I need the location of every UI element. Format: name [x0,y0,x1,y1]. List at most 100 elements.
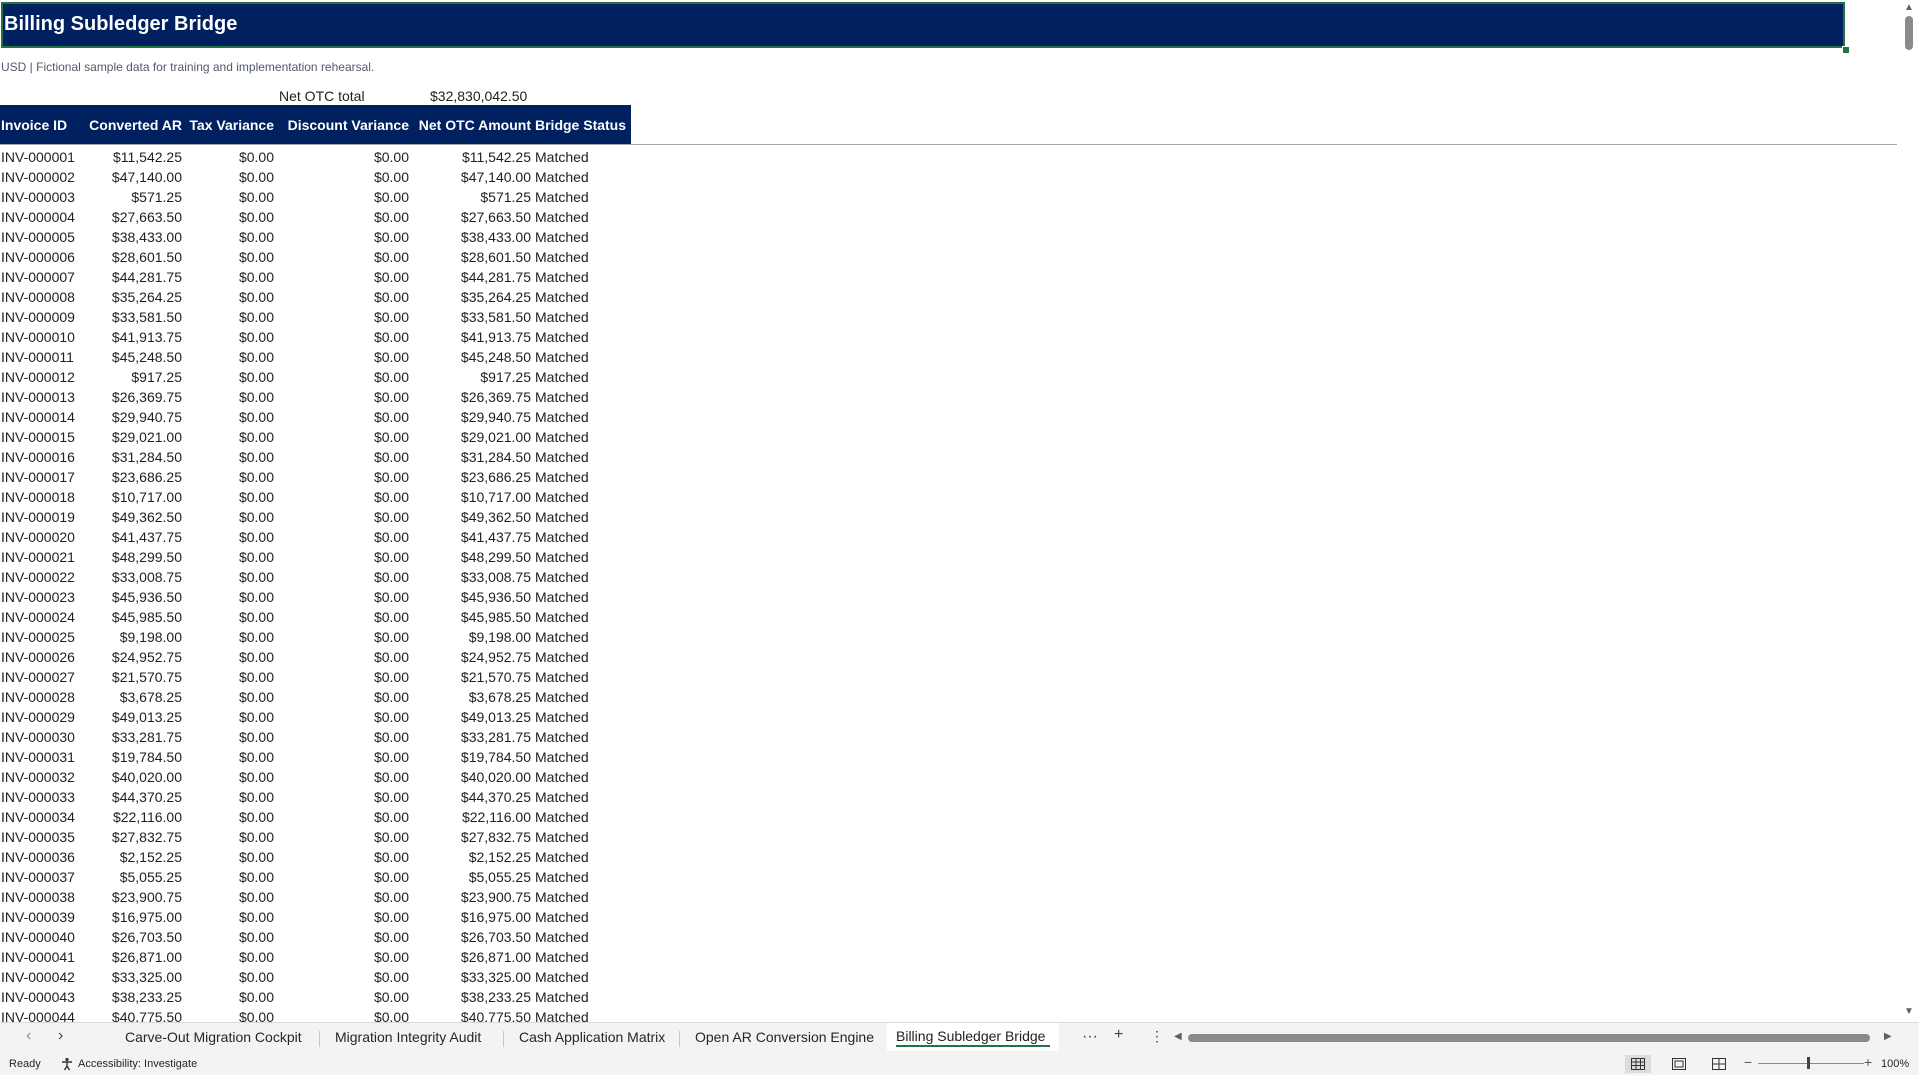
table-cell[interactable]: $0.00 [182,649,274,665]
table-cell[interactable]: Matched [531,489,631,505]
table-cell[interactable]: $23,900.75 [84,889,182,905]
table-cell[interactable]: $45,936.50 [409,589,531,605]
table-cell[interactable]: $26,871.00 [409,949,531,965]
zoom-slider[interactable] [1758,1063,1864,1064]
table-cell[interactable]: INV-000008 [0,289,84,305]
table-cell[interactable]: $571.25 [409,189,531,205]
table-cell[interactable]: $0.00 [274,149,409,165]
table-cell[interactable]: INV-000042 [0,969,84,985]
table-cell[interactable]: $0.00 [274,349,409,365]
table-cell[interactable]: Matched [531,389,631,405]
table-cell[interactable]: $0.00 [182,329,274,345]
table-cell[interactable]: $22,116.00 [409,809,531,825]
table-cell[interactable]: Matched [531,809,631,825]
table-cell[interactable]: INV-000012 [0,369,84,385]
fill-handle[interactable] [1842,46,1850,54]
table-cell[interactable]: $33,281.75 [84,729,182,745]
table-cell[interactable]: Matched [531,509,631,525]
table-cell[interactable]: $26,703.50 [84,929,182,945]
worksheet-grid[interactable]: Billing Subledger Bridge USD | Fictional… [0,0,1900,1022]
table-cell[interactable]: Matched [531,249,631,265]
table-cell[interactable]: Matched [531,909,631,925]
table-cell[interactable]: $0.00 [274,369,409,385]
table-cell[interactable]: $48,299.50 [84,549,182,565]
table-cell[interactable]: $35,264.25 [409,289,531,305]
table-cell[interactable]: Matched [531,589,631,605]
table-cell[interactable]: $27,832.75 [84,829,182,845]
table-cell[interactable]: INV-000009 [0,309,84,325]
table-cell[interactable]: INV-000029 [0,709,84,725]
table-cell[interactable]: $33,008.75 [409,569,531,585]
tab-next-icon[interactable]: › [58,1027,63,1045]
table-cell[interactable]: INV-000001 [0,149,84,165]
table-cell[interactable]: $44,281.75 [409,269,531,285]
table-cell[interactable]: INV-000013 [0,389,84,405]
table-cell[interactable]: $0.00 [274,389,409,405]
table-cell[interactable]: $0.00 [274,609,409,625]
table-cell[interactable]: Matched [531,789,631,805]
table-cell[interactable]: Matched [531,629,631,645]
table-cell[interactable]: $0.00 [274,589,409,605]
table-cell[interactable]: $40,775.50 [409,1009,531,1022]
table-cell[interactable]: INV-000039 [0,909,84,925]
table-cell[interactable]: $31,284.50 [409,449,531,465]
table-cell[interactable]: Matched [531,749,631,765]
table-cell[interactable]: Matched [531,969,631,985]
table-cell[interactable]: INV-000006 [0,249,84,265]
table-cell[interactable]: $0.00 [182,309,274,325]
table-cell[interactable]: Matched [531,329,631,345]
table-cell[interactable]: $0.00 [182,1009,274,1022]
table-cell[interactable]: $21,570.75 [84,669,182,685]
table-cell[interactable]: $0.00 [182,949,274,965]
table-cell[interactable]: $16,975.00 [409,909,531,925]
table-cell[interactable]: $0.00 [274,869,409,885]
table-cell[interactable]: $0.00 [274,489,409,505]
table-cell[interactable]: $24,952.75 [84,649,182,665]
table-cell[interactable]: $33,581.50 [84,309,182,325]
tab-cash-application-matrix[interactable]: Cash Application Matrix [519,1029,665,1045]
table-cell[interactable]: $40,775.50 [84,1009,182,1022]
table-cell[interactable]: $3,678.25 [409,689,531,705]
tab-prev-icon[interactable]: ‹ [26,1027,31,1045]
table-cell[interactable]: $45,936.50 [84,589,182,605]
zoom-level[interactable]: 100% [1881,1058,1909,1070]
table-cell[interactable]: Matched [531,849,631,865]
add-sheet-button[interactable]: + [1114,1026,1123,1044]
table-cell[interactable]: $0.00 [274,529,409,545]
table-cell[interactable]: $29,021.00 [84,429,182,445]
table-cell[interactable]: INV-000017 [0,469,84,485]
table-cell[interactable]: Matched [531,229,631,245]
table-cell[interactable]: INV-000028 [0,689,84,705]
table-cell[interactable]: $27,832.75 [409,829,531,845]
table-cell[interactable]: $49,362.50 [84,509,182,525]
table-cell[interactable]: Matched [531,269,631,285]
table-cell[interactable]: $0.00 [182,369,274,385]
table-cell[interactable]: $0.00 [274,549,409,565]
table-cell[interactable]: $0.00 [182,729,274,745]
table-cell[interactable]: $0.00 [182,969,274,985]
table-cell[interactable]: $29,940.75 [84,409,182,425]
table-cell[interactable]: $0.00 [182,889,274,905]
table-cell[interactable]: $0.00 [182,389,274,405]
table-cell[interactable]: Matched [531,689,631,705]
table-cell[interactable]: INV-000018 [0,489,84,505]
table-cell[interactable]: $0.00 [274,629,409,645]
table-cell[interactable]: $0.00 [274,689,409,705]
table-cell[interactable]: $0.00 [274,309,409,325]
table-cell[interactable]: INV-000020 [0,529,84,545]
scroll-up-icon[interactable]: ▲ [1904,2,1914,13]
table-cell[interactable]: INV-000027 [0,669,84,685]
table-cell[interactable]: INV-000025 [0,629,84,645]
table-cell[interactable]: $0.00 [274,749,409,765]
table-cell[interactable]: $47,140.00 [84,169,182,185]
table-cell[interactable]: $0.00 [182,869,274,885]
table-cell[interactable]: $0.00 [182,189,274,205]
table-cell[interactable]: $0.00 [182,529,274,545]
table-cell[interactable]: $571.25 [84,189,182,205]
table-cell[interactable]: $44,370.25 [84,789,182,805]
table-cell[interactable]: $0.00 [182,609,274,625]
table-cell[interactable]: $0.00 [274,729,409,745]
table-cell[interactable]: $0.00 [182,789,274,805]
table-cell[interactable]: Matched [531,369,631,385]
table-cell[interactable]: INV-000022 [0,569,84,585]
